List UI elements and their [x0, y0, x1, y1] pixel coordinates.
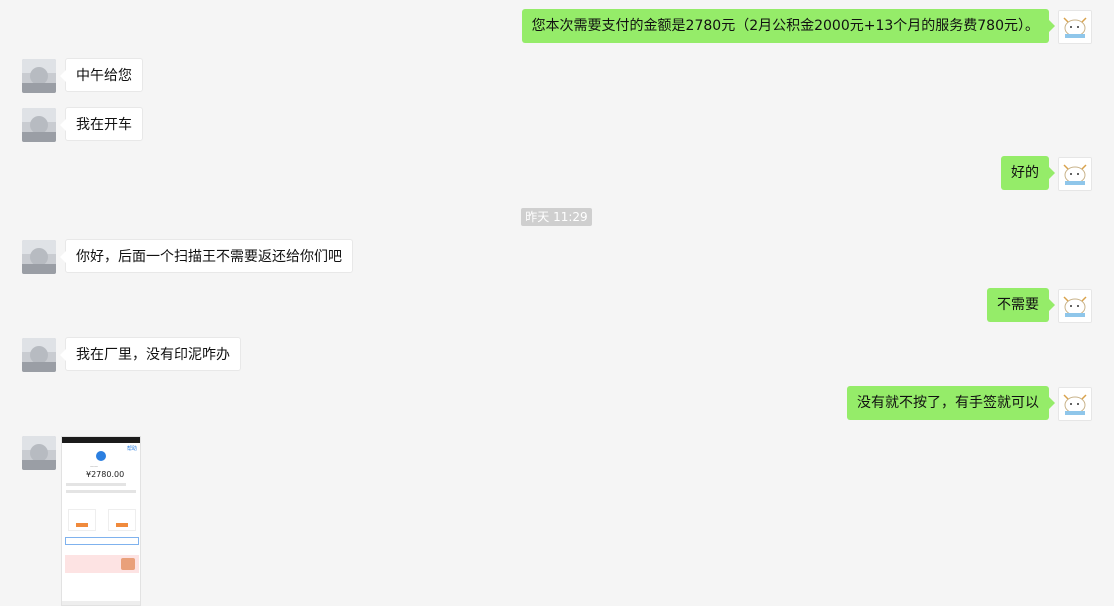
message-bubble-received[interactable]: 你好，后面一个扫描王不需要返还给你们吧: [60, 239, 353, 273]
detail-row: [66, 483, 126, 486]
contact-avatar[interactable]: [22, 338, 56, 372]
cartoon-avatar-icon: [1059, 290, 1091, 322]
message-bubble-sent[interactable]: 不需要: [987, 288, 1055, 322]
payment-screenshot-image[interactable]: 帮助 —— ¥2780.00: [61, 436, 141, 606]
footer-bar: [62, 601, 140, 605]
message-bubble-sent[interactable]: 没有就不按了，有手签就可以: [847, 386, 1055, 420]
banner-image: [121, 558, 135, 570]
cartoon-avatar-icon: [1059, 158, 1091, 190]
promo-banner: [65, 555, 139, 573]
message-bubble-received[interactable]: 我在厂里，没有印泥咋办: [60, 337, 241, 371]
payment-logo-icon: [96, 451, 106, 461]
message-bubble-sent[interactable]: 您本次需要支付的金额是2780元（2月公积金2000元+13个月的服务费780元…: [521, 9, 1056, 43]
outline-button: [65, 537, 139, 545]
payment-amount: ¥2780.00: [86, 470, 125, 479]
contact-avatar[interactable]: [22, 436, 56, 470]
promo-card: [108, 509, 136, 531]
help-link: 帮助: [126, 446, 137, 452]
contact-avatar[interactable]: [22, 59, 56, 93]
timestamp-divider: 昨天 11:29: [521, 208, 592, 226]
my-avatar[interactable]: [1058, 289, 1092, 323]
phone-status-bar: [62, 437, 140, 443]
message-bubble-received[interactable]: 我在开车: [60, 107, 143, 141]
my-avatar[interactable]: [1058, 387, 1092, 421]
contact-avatar[interactable]: [22, 240, 56, 274]
cartoon-avatar-icon: [1059, 11, 1091, 43]
message-bubble-received[interactable]: 中午给您: [60, 58, 143, 92]
message-bubble-sent[interactable]: 好的: [1001, 156, 1055, 190]
cartoon-avatar-icon: [1059, 388, 1091, 420]
my-avatar[interactable]: [1058, 157, 1092, 191]
merchant-placeholder: ——: [90, 464, 98, 469]
chat-window: 您本次需要支付的金额是2780元（2月公积金2000元+13个月的服务费780元…: [0, 0, 1114, 606]
detail-row: [66, 490, 136, 493]
contact-avatar[interactable]: [22, 108, 56, 142]
my-avatar[interactable]: [1058, 10, 1092, 44]
promo-card: [68, 509, 96, 531]
